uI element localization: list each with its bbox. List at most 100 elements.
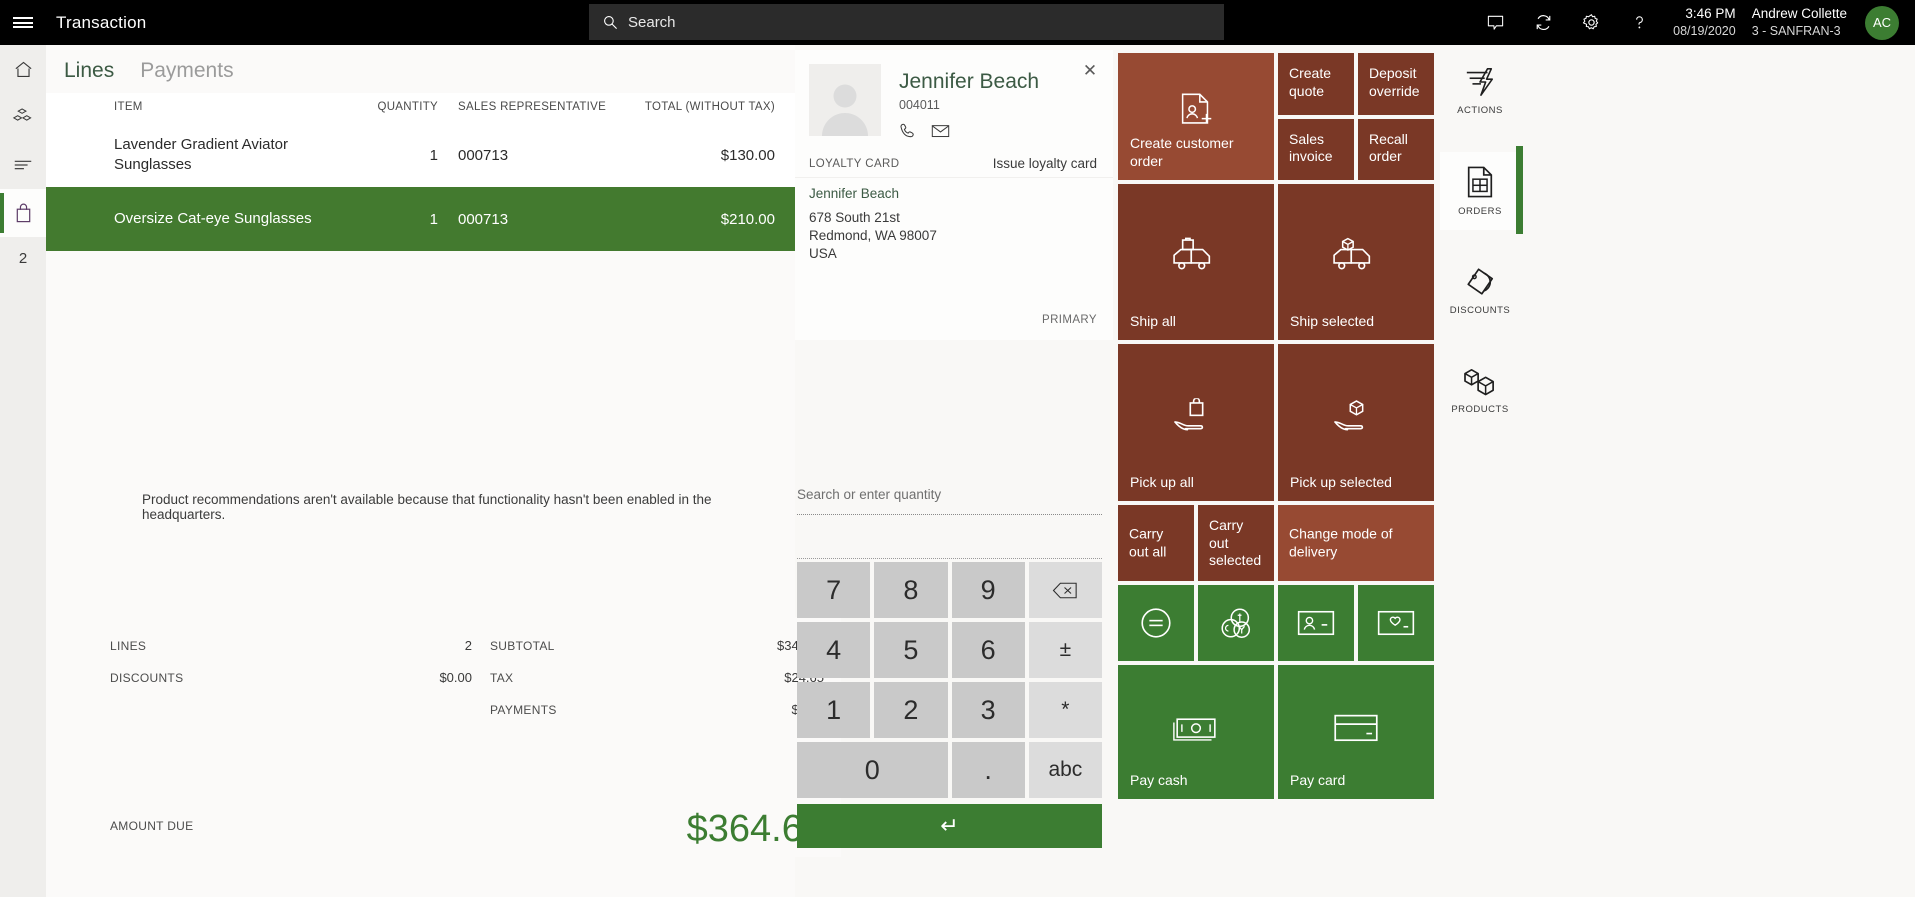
ship-selected-label: Ship selected: [1290, 312, 1375, 329]
customer-card-icon: [1278, 608, 1354, 638]
sidebar-item-cart[interactable]: [0, 189, 46, 237]
create-customer-order-label: Create customer order: [1130, 135, 1234, 169]
rail-item-actions[interactable]: ACTIONS: [1440, 52, 1520, 130]
key-1[interactable]: 1: [797, 682, 871, 738]
quantity-input[interactable]: Search or enter quantity: [797, 487, 1102, 515]
ship-selected-icon: [1278, 237, 1434, 277]
help-icon[interactable]: [1615, 0, 1663, 45]
customer-id: 004011: [899, 98, 940, 112]
carry-out-all-label: Carry out all: [1129, 525, 1167, 560]
create-customer-order-button[interactable]: Create customer order: [1118, 53, 1274, 180]
search-input[interactable]: Search: [589, 4, 1224, 40]
loyalty-card-button[interactable]: [1358, 585, 1434, 661]
line-discount-button[interactable]: [1118, 585, 1194, 661]
rail-item-discounts[interactable]: DISCOUNTS: [1440, 252, 1520, 330]
address-name: Jennifer Beach: [795, 177, 1113, 207]
ship-all-button[interactable]: Ship all: [1118, 184, 1274, 340]
column-header-sales-representative: SALES REPRESENTATIVE: [446, 93, 616, 123]
currency-exchange-button[interactable]: [1198, 585, 1274, 661]
key-2[interactable]: 2: [874, 682, 948, 738]
create-quote-label: Create quote: [1289, 65, 1332, 99]
app-header: Transaction Search 3:46 PM 08/19/2020 An…: [0, 0, 1915, 45]
line-item-sales-rep: 000713: [458, 210, 509, 228]
header-date: 08/19/2020: [1673, 24, 1736, 39]
key-6[interactable]: 6: [951, 622, 1025, 678]
action-tiles-panel: Create customer order Create quote Depos…: [1118, 53, 1434, 803]
carry-out-selected-label: Carry out selected: [1209, 517, 1262, 568]
issue-loyalty-card-button[interactable]: Issue loyalty card: [993, 156, 1097, 171]
key-abc[interactable]: abc: [1028, 742, 1102, 798]
loyalty-card-row: LOYALTY CARD Issue loyalty card: [795, 140, 1113, 177]
key-plus-minus[interactable]: ±: [1028, 622, 1102, 678]
line-item-total: $210.00: [720, 210, 775, 228]
phone-icon[interactable]: [899, 122, 917, 140]
primary-address-badge: PRIMARY: [1042, 314, 1097, 326]
deposit-override-button[interactable]: Deposit override: [1358, 53, 1434, 115]
table-row[interactable]: Lavender Gradient Aviator Sunglasses 1 0…: [46, 123, 795, 187]
pay-card-icon: [1278, 711, 1434, 745]
key-decimal[interactable]: .: [951, 742, 1025, 798]
key-asterisk[interactable]: *: [1028, 682, 1102, 738]
pay-card-button[interactable]: Pay card: [1278, 665, 1434, 799]
message-icon[interactable]: [1471, 0, 1519, 45]
list-icon: [12, 157, 34, 173]
carry-out-selected-button[interactable]: Carry out selected: [1198, 505, 1274, 581]
rail-label-discounts: DISCOUNTS: [1449, 305, 1511, 316]
ship-all-label: Ship all: [1130, 312, 1176, 329]
address-line-1: 678 South 21st: [809, 210, 900, 225]
backspace-icon[interactable]: [1028, 562, 1102, 618]
recall-order-button[interactable]: Recall order: [1358, 118, 1434, 180]
transaction-lines-table: ITEM QUANTITY SALES REPRESENTATIVE TOTAL…: [46, 93, 795, 251]
customer-name: Jennifer Beach: [899, 70, 1040, 93]
sidebar-item-products[interactable]: [0, 93, 46, 141]
recall-order-label: Recall order: [1369, 130, 1408, 165]
carry-out-all-button[interactable]: Carry out all: [1118, 505, 1194, 581]
lines-panel: Lines Payments ITEM QUANTITY SALES REPRE…: [46, 45, 841, 897]
header-user-info[interactable]: Andrew Collette 3 - SANFRAN-3: [1752, 5, 1847, 40]
tab-payments[interactable]: Payments: [140, 59, 233, 83]
tab-lines[interactable]: Lines: [64, 59, 114, 83]
pick-up-selected-label: Pick up selected: [1290, 473, 1392, 490]
ship-selected-button[interactable]: Ship selected: [1278, 184, 1434, 340]
gear-icon[interactable]: [1567, 0, 1615, 45]
customer-account-button[interactable]: [1278, 585, 1354, 661]
pick-up-selected-button[interactable]: Pick up selected: [1278, 344, 1434, 501]
sync-icon[interactable]: [1519, 0, 1567, 45]
search-icon: [603, 15, 618, 30]
pay-card-label: Pay card: [1290, 771, 1346, 788]
create-quote-button[interactable]: Create quote: [1278, 53, 1354, 115]
user-name: Andrew Collette: [1751, 5, 1847, 21]
header-icon-group: 3:46 PM 08/19/2020 Andrew Collette 3 - S…: [1471, 0, 1915, 45]
column-header-total: TOTAL (WITHOUT TAX): [616, 93, 795, 123]
key-4[interactable]: 4: [797, 622, 871, 678]
avatar[interactable]: AC: [1865, 5, 1899, 40]
sidebar-item-home[interactable]: [0, 45, 46, 93]
email-icon[interactable]: [931, 123, 950, 139]
rail-item-products[interactable]: PRODUCTS: [1440, 352, 1520, 430]
change-mode-of-delivery-button[interactable]: Change mode of delivery: [1278, 505, 1434, 581]
key-0[interactable]: 0: [797, 742, 948, 798]
table-row[interactable]: Oversize Cat-eye Sunglasses 1 000713 $21…: [46, 187, 795, 251]
key-7[interactable]: 7: [797, 562, 871, 618]
left-nav-rail: 2: [0, 45, 46, 897]
rail-item-orders[interactable]: ORDERS: [1440, 146, 1523, 234]
actions-lightning-icon: [1463, 66, 1497, 98]
key-9[interactable]: 9: [951, 562, 1025, 618]
lines-tabs: Lines Payments: [46, 45, 795, 93]
key-8[interactable]: 8: [874, 562, 948, 618]
key-5[interactable]: 5: [874, 622, 948, 678]
sidebar-item-list[interactable]: [0, 141, 46, 189]
rail-label-orders: ORDERS: [1458, 206, 1502, 217]
menu-hamburger-icon[interactable]: [0, 0, 46, 45]
pick-up-all-button[interactable]: Pick up all: [1118, 344, 1274, 501]
key-enter[interactable]: ↵: [797, 804, 1102, 848]
line-item-name: Oversize Cat-eye Sunglasses: [114, 209, 312, 227]
pick-up-all-icon: [1118, 397, 1274, 438]
close-icon[interactable]: ✕: [1077, 58, 1103, 84]
products-boxes-icon: [1462, 367, 1498, 397]
pay-cash-button[interactable]: Pay cash: [1118, 665, 1274, 799]
totals-summary: LINES 2 DISCOUNTS $0.00 SUBTOTAL $340.00…: [92, 617, 841, 857]
key-3[interactable]: 3: [951, 682, 1025, 738]
rail-label-actions: ACTIONS: [1457, 105, 1503, 116]
sales-invoice-button[interactable]: Sales invoice: [1278, 118, 1354, 180]
